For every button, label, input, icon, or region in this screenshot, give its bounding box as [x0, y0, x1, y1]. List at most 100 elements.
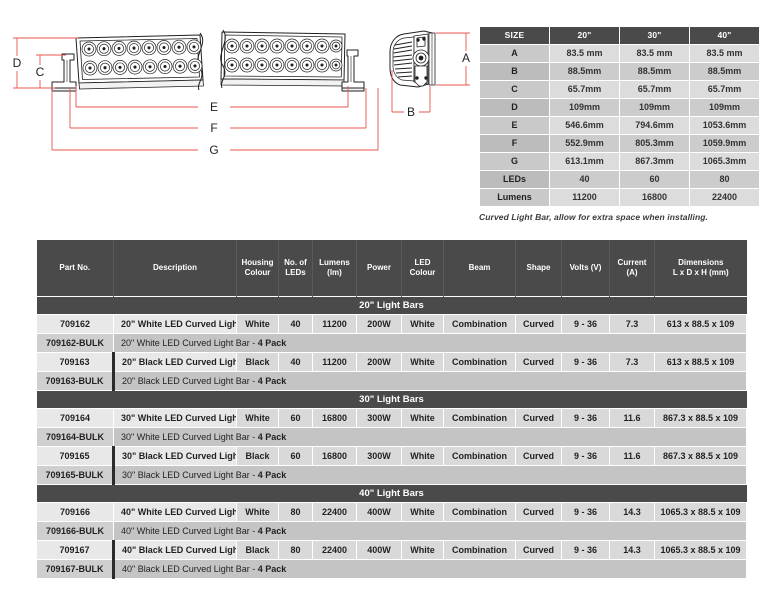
cell-beam: Combination [443, 540, 516, 560]
lightbar-end-view [389, 30, 436, 88]
size-table-row: E 546.6mm 794.6mm 1053.6mm [479, 116, 760, 135]
product-column-header: Beam [443, 240, 516, 297]
size-row-label: F [479, 134, 550, 153]
table-row[interactable]: 709164-BULK 30" White LED Curved Light Ba… [36, 427, 747, 447]
size-row-value: 88.5mm [549, 62, 620, 81]
product-group-header-row: 40" Light Bars [36, 484, 747, 503]
size-row-value: 22400 [689, 188, 760, 207]
cell-power: 400W [356, 502, 402, 522]
table-row[interactable]: 709165-BULK 30" Black LED Curved Light Ba… [36, 465, 747, 485]
size-row-label: C [479, 80, 550, 99]
cell-description-bulk: 20" White LED Curved Light Bar - 4 Pack [113, 333, 747, 353]
table-row[interactable]: 70916640" White LED Curved Light BarWhit… [36, 502, 747, 522]
cell-description-bulk: 30" Black LED Curved Light Bar - 4 Pack [112, 465, 747, 485]
cell-beam: Combination [443, 446, 516, 466]
size-row-value: 88.5mm [689, 62, 760, 81]
size-table-row: F 552.9mm 805.3mm 1059.9mm [479, 134, 760, 153]
size-row-label: D [479, 98, 550, 117]
cell-beam: Combination [443, 352, 516, 372]
product-group-header-row: 30" Light Bars [36, 390, 747, 409]
technical-diagram: D C E F G A B D C E F G A B [0, 0, 478, 232]
size-row-label: G [479, 152, 550, 171]
size-row-label: Lumens [479, 188, 550, 207]
size-row-value: 83.5 mm [549, 44, 620, 63]
size-specification-panel: SIZE 20" 30" 40" A 83.5 mm 83.5 mm 83.5 mm B… [479, 26, 760, 222]
product-column-header: Current (A) [609, 240, 655, 297]
cell-volts: 9 - 36 [561, 314, 610, 334]
cell-part-no: 709164-BULK [36, 427, 114, 447]
size-table-row: D 109mm 109mm 109mm [479, 98, 760, 117]
size-header-20: 20" [549, 26, 620, 45]
cell-description: 40" White LED Curved Light Bar [113, 502, 237, 522]
cell-beam: Combination [443, 502, 516, 522]
cell-dimensions: 1065.3 x 88.5 x 109 [654, 540, 747, 560]
cell-led-colour: White [401, 352, 444, 372]
cell-description: 40" Black LED Curved Light Bar [112, 540, 237, 560]
product-column-header: LED Colour [401, 240, 444, 297]
size-table-row: Lumens 11200 16800 22400 [479, 188, 760, 207]
table-row[interactable]: 70916530" Black LED Curved Light BarBlac… [36, 446, 747, 466]
cell-current: 14.3 [609, 540, 655, 560]
size-row-value: 794.6mm [619, 116, 690, 135]
lightbar-right-body [220, 29, 346, 89]
cell-power: 300W [356, 408, 402, 428]
table-row[interactable]: 70916220" White LED Curved Light BarWhit… [36, 314, 747, 334]
cell-part-no: 709165 [36, 446, 114, 466]
size-row-value: 83.5 mm [689, 44, 760, 63]
cell-description-bulk: 40" White LED Curved Light Bar - 4 Pack [113, 521, 747, 541]
dim-label-B-text: B [407, 105, 415, 119]
cell-part-no: 709164 [36, 408, 114, 428]
cell-led-colour: White [401, 502, 444, 522]
dim-label-F-text: F [210, 121, 217, 135]
table-row[interactable]: 709162-BULK 20" White LED Curved Light Ba… [36, 333, 747, 353]
size-table-note: Curved Light Bar, allow for extra space … [479, 212, 709, 222]
cell-dimensions: 613 x 88.5 x 109 [654, 314, 747, 334]
table-row[interactable]: 709166-BULK 40" White LED Curved Light Ba… [36, 521, 747, 541]
cell-power: 200W [356, 352, 402, 372]
cell-volts: 9 - 36 [561, 352, 610, 372]
table-row[interactable]: 70916320" Black LED Curved Light BarBlac… [36, 352, 747, 372]
size-row-value: 805.3mm [619, 134, 690, 153]
product-group-header-row: 20" Light Bars [36, 296, 747, 315]
cell-dimensions: 867.3 x 88.5 x 109 [654, 408, 747, 428]
cell-volts: 9 - 36 [561, 446, 610, 466]
size-specification-table: SIZE 20" 30" 40" A 83.5 mm 83.5 mm 83.5 mm B… [479, 26, 760, 207]
size-row-label: B [479, 62, 550, 81]
cell-dimensions: 1065.3 x 88.5 x 109 [654, 502, 747, 522]
product-column-header: Shape [515, 240, 562, 297]
cell-lumens: 11200 [312, 352, 357, 372]
size-table-row: LEDs 40 60 80 [479, 170, 760, 189]
table-row[interactable]: 70916740" Black LED Curved Light BarBlac… [36, 540, 747, 560]
size-row-label: LEDs [479, 170, 550, 189]
cell-no-of-leds: 80 [278, 502, 313, 522]
table-row[interactable]: 70916430" White LED Curved Light BarWhit… [36, 408, 747, 428]
cell-current: 11.6 [609, 408, 655, 428]
size-row-label: A [479, 44, 550, 63]
product-column-header: Housing Colour [236, 240, 279, 297]
cell-part-no: 709163 [36, 352, 114, 372]
product-column-header: Part No. [36, 240, 114, 297]
size-row-value: 65.7mm [689, 80, 760, 99]
size-row-value: 109mm [619, 98, 690, 117]
size-row-value: 867.3mm [619, 152, 690, 171]
product-column-header: Lumens (lm) [312, 240, 357, 297]
size-row-value: 1059.9mm [689, 134, 760, 153]
table-row[interactable]: 709163-BULK 20" Black LED Curved Light Ba… [36, 371, 747, 391]
cell-dimensions: 867.3 x 88.5 x 109 [654, 446, 747, 466]
mounting-bracket-left [51, 53, 77, 92]
size-row-label: E [479, 116, 550, 135]
cell-lumens: 22400 [312, 502, 357, 522]
size-row-value: 16800 [619, 188, 690, 207]
cell-lumens: 16800 [312, 408, 357, 428]
size-row-value: 552.9mm [549, 134, 620, 153]
table-row[interactable]: 709167-BULK 40" Black LED Curved Light Ba… [36, 559, 747, 579]
cell-power: 400W [356, 540, 402, 560]
size-table-row: G 613.1mm 867.3mm 1065.3mm [479, 152, 760, 171]
size-row-value: 88.5mm [619, 62, 690, 81]
size-row-value: 11200 [549, 188, 620, 207]
cell-no-of-leds: 80 [278, 540, 313, 560]
cell-led-colour: White [401, 408, 444, 428]
product-column-header: No. of LEDs [278, 240, 313, 297]
size-row-value: 1053.6mm [689, 116, 760, 135]
product-column-header: Volts (V) [561, 240, 610, 297]
